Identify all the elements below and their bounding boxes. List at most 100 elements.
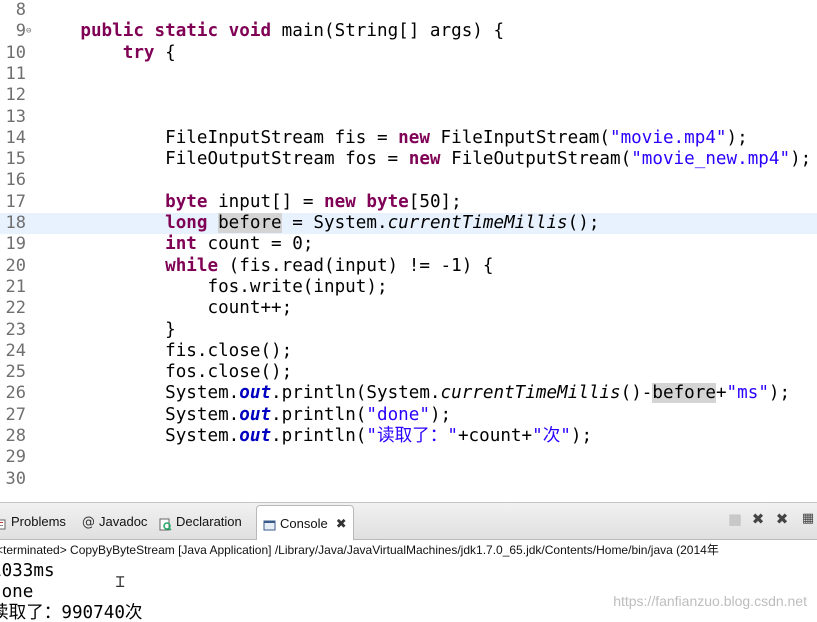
code-line[interactable]: 30 <box>0 469 817 490</box>
code-editor[interactable]: 8 9 ⊖ public static void main(String[] arg… <box>0 0 817 502</box>
code-text: int count = 0; <box>38 234 313 255</box>
code-token: System. <box>38 426 240 446</box>
code-line[interactable]: 11 <box>0 64 817 85</box>
code-line[interactable]: 13 <box>0 107 817 128</box>
code-token: FileInputStream( <box>429 127 611 148</box>
tab-console[interactable]: Console ✖ <box>256 505 354 541</box>
line-number: 23 <box>5 319 26 340</box>
close-console-icon[interactable]: ✖ <box>336 513 347 535</box>
code-token: out <box>239 426 272 446</box>
code-token: ()- <box>620 383 653 404</box>
code-token: .println( <box>271 426 367 446</box>
code-line[interactable]: 21 fos.write(input); <box>0 277 817 298</box>
fold-toggle-icon[interactable]: ⊖ <box>26 21 31 42</box>
code-token: count = 0; <box>196 234 314 255</box>
code-line[interactable]: 16 <box>0 170 817 191</box>
code-line[interactable]: 23 } <box>0 320 817 341</box>
code-line[interactable]: 27 System.out.println("done"); <box>0 405 817 426</box>
code-token: FileInputStream fis = <box>38 127 399 148</box>
code-line[interactable]: 15 FileOutputStream fos = new FileOutput… <box>0 149 817 170</box>
code-token: ); <box>726 127 748 148</box>
code-token: before <box>218 213 282 233</box>
code-token: FileOutputStream fos = <box>38 149 409 170</box>
line-number: 19 <box>5 234 26 255</box>
code-token: try <box>122 42 155 63</box>
code-token: new byte <box>324 191 409 212</box>
code-line[interactable]: 25 fos.close(); <box>0 362 817 383</box>
code-text: long before = System.currentTimeMillis()… <box>38 213 599 234</box>
remove-launch-icon[interactable]: ✖ <box>750 511 766 527</box>
code-token: before <box>652 383 716 404</box>
code-line[interactable]: 12 <box>0 85 817 106</box>
code-token: main(String[] args) { <box>281 21 505 42</box>
code-token: "movie.mp4" <box>610 127 727 148</box>
code-token: .println(System. <box>271 383 441 404</box>
code-text: while (fis.read(input) != -1) { <box>38 256 493 277</box>
code-line[interactable]: 24 fis.close(); <box>0 341 817 362</box>
code-token: input[] = <box>207 191 325 212</box>
remove-all-terminated-icon[interactable]: ✖ <box>774 511 790 527</box>
code-line[interactable]: 29 <box>0 447 817 468</box>
code-token: out <box>239 383 272 404</box>
code-token: System. <box>38 383 240 404</box>
problems-icon <box>0 516 7 529</box>
terminate-icon[interactable]: ■ <box>727 511 743 527</box>
code-token: (fis.read(input) != -1) { <box>218 255 494 276</box>
line-number: 25 <box>5 362 26 383</box>
code-line[interactable]: 22 count++; <box>0 298 817 319</box>
code-text: System.out.println("读取了："+count+"次"); <box>38 426 592 447</box>
code-token: currentTimeMillis <box>387 213 568 233</box>
code-token: fos.write(input); <box>38 276 388 297</box>
code-token: ); <box>768 383 791 404</box>
line-number: 10 <box>5 42 26 63</box>
code-line[interactable]: 19 int count = 0; <box>0 234 817 255</box>
line-number: 29 <box>5 447 26 468</box>
tab-javadoc-label: Javadoc <box>99 514 148 529</box>
console-process-status: <terminated> CopyByByteStream [Java Appl… <box>0 540 817 560</box>
tab-declaration[interactable]: Declaration <box>159 511 242 533</box>
code-token: fis.close(); <box>38 340 293 361</box>
line-number: 17 <box>5 191 26 212</box>
tab-problems[interactable]: Problems <box>0 511 66 533</box>
line-number: 15 <box>5 149 26 170</box>
code-line[interactable]: 8 <box>0 0 817 21</box>
code-token: ); <box>570 426 593 446</box>
code-line[interactable]: 14 FileInputStream fis = new FileInputSt… <box>0 128 817 149</box>
code-text: count++; <box>38 298 292 319</box>
line-number: 30 <box>5 468 26 489</box>
code-token: { <box>154 42 176 63</box>
code-line[interactable]: 18 long before = System.currentTimeMilli… <box>0 213 817 235</box>
text-cursor-icon: Ɪ <box>116 573 125 591</box>
line-number: 28 <box>5 426 26 446</box>
code-token: long <box>165 213 208 233</box>
code-text: fis.close(); <box>38 341 292 362</box>
code-token: +count+ <box>457 426 533 446</box>
line-number: 20 <box>5 255 26 276</box>
code-text: System.out.println(System.currentTimeMil… <box>38 383 790 404</box>
code-token: while <box>165 255 219 276</box>
code-token: "movie_new.mp4" <box>631 149 791 170</box>
view-menu-icon[interactable]: ▦ <box>800 511 816 527</box>
watermark: https://fanfianzuo.blog.csdn.net <box>613 593 807 609</box>
line-number: 18 <box>5 213 26 233</box>
code-line[interactable]: 26 System.out.println(System.currentTime… <box>0 383 817 404</box>
code-token: new <box>398 127 430 148</box>
code-line[interactable]: 10 try { <box>0 43 817 64</box>
tab-problems-label: Problems <box>11 514 66 529</box>
code-line[interactable]: 17 byte input[] = new byte[50]; <box>0 192 817 213</box>
tab-declaration-label: Declaration <box>176 514 242 529</box>
code-text: } <box>38 320 176 341</box>
code-line[interactable]: 28 System.out.println("读取了："+count+"次"); <box>0 426 817 447</box>
line-number: 8 <box>15 0 26 20</box>
code-text: byte input[] = new byte[50]; <box>38 192 462 213</box>
line-number: 13 <box>5 106 26 127</box>
code-line[interactable]: 9 ⊖ public static void main(String[] args… <box>0 21 817 42</box>
code-token: ); <box>790 149 812 170</box>
tab-javadoc[interactable]: @ Javadoc <box>82 511 147 533</box>
code-line[interactable]: 20 while (fis.read(input) != -1) { <box>0 256 817 277</box>
line-number: 16 <box>5 170 26 191</box>
line-number: 14 <box>5 127 26 148</box>
